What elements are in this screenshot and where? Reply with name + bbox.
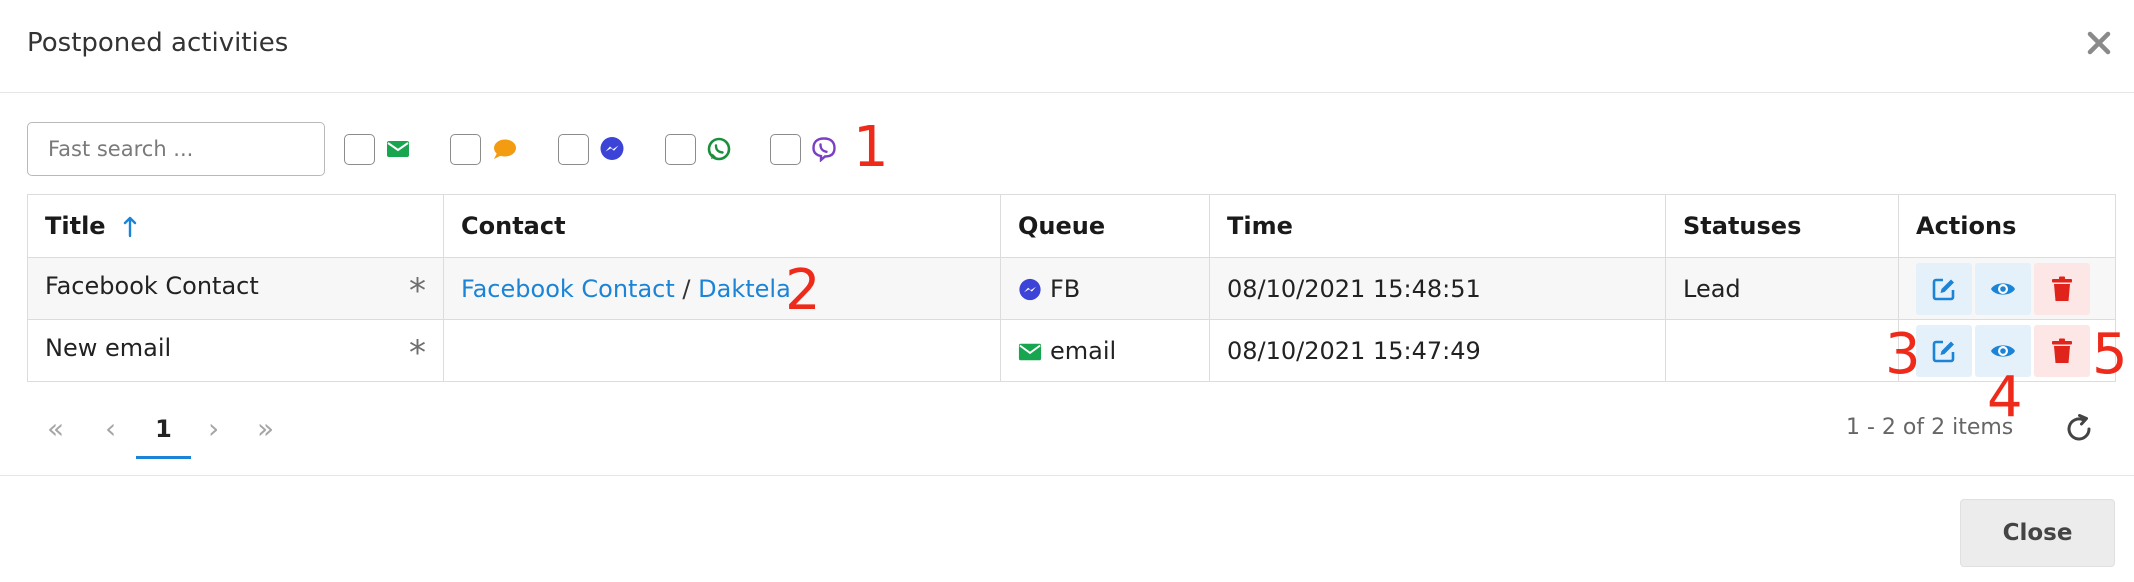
delete-button[interactable] — [2034, 324, 2090, 377]
chat-bubble-icon — [494, 139, 516, 159]
queue-name: FB — [1050, 274, 1081, 303]
messenger-icon — [1019, 278, 1041, 300]
queue-cell: FB — [1000, 257, 1210, 320]
column-header-title[interactable]: Title — [27, 194, 444, 258]
contact-cell: Facebook Contact / Daktela — [443, 257, 1001, 320]
annotation-3: 3 — [1885, 322, 1921, 387]
footer-divider — [0, 475, 2134, 476]
contact-name-link[interactable]: Facebook Contact — [461, 275, 675, 303]
close-icon[interactable] — [2082, 26, 2116, 60]
table-row[interactable]: New email * email 08/10/2021 15:47:49 — [27, 319, 2116, 382]
close-button[interactable]: Close — [1960, 499, 2115, 567]
chat-filter-checkbox[interactable] — [450, 134, 481, 165]
delete-button[interactable] — [2034, 262, 2090, 315]
annotation-5: 5 — [2092, 322, 2128, 387]
edit-icon — [1932, 340, 1955, 362]
view-eye-icon — [1991, 282, 2015, 295]
search-input[interactable] — [27, 122, 325, 176]
messenger-icon — [600, 137, 624, 160]
table-row[interactable]: Facebook Contact * Facebook Contact / Da… — [27, 257, 2116, 320]
current-page[interactable]: 1 — [136, 402, 191, 459]
row-title: Facebook Contact — [45, 271, 259, 300]
email-icon — [1018, 343, 1042, 360]
contact-separator: / — [682, 274, 691, 303]
contact-company-link[interactable]: Daktela — [698, 275, 791, 303]
email-icon — [387, 141, 409, 157]
dialog-header: Postponed activities — [0, 0, 2134, 93]
asterisk-icon: * — [409, 332, 426, 373]
next-page-button[interactable]: › — [208, 402, 219, 456]
viber-filter-checkbox[interactable] — [770, 134, 801, 165]
items-count: 1 - 2 of 2 items — [1846, 415, 2014, 440]
row-title: New email — [45, 333, 172, 362]
status-cell — [1665, 319, 1899, 382]
title-cell: Facebook Contact * — [27, 257, 444, 320]
email-filter-checkbox[interactable] — [344, 134, 375, 165]
queue-cell: email — [1000, 319, 1210, 382]
annotation-1: 1 — [853, 115, 889, 180]
activities-table: Title Contact Queue Time Statuses Action… — [27, 194, 2116, 382]
table-header-row: Title Contact Queue Time Statuses Action… — [27, 194, 2116, 258]
time-cell: 08/10/2021 15:48:51 — [1209, 257, 1666, 320]
time-cell: 08/10/2021 15:47:49 — [1209, 319, 1666, 382]
delete-trash-icon — [2052, 276, 2072, 301]
edit-button[interactable] — [1916, 324, 1972, 377]
whatsapp-filter-checkbox[interactable] — [665, 134, 696, 165]
last-page-button[interactable]: » — [257, 402, 274, 456]
delete-trash-icon — [2052, 338, 2072, 363]
column-header-title-label: Title — [45, 212, 106, 240]
column-header-time[interactable]: Time — [1209, 194, 1666, 258]
column-header-statuses[interactable]: Statuses — [1665, 194, 1899, 258]
asterisk-icon: * — [409, 270, 426, 311]
title-cell: New email * — [27, 319, 444, 382]
status-cell: Lead — [1665, 257, 1899, 320]
edit-button[interactable] — [1916, 262, 1972, 315]
first-page-button[interactable]: « — [47, 402, 64, 456]
column-header-contact[interactable]: Contact — [443, 194, 1001, 258]
dialog-title: Postponed activities — [27, 28, 289, 58]
edit-icon — [1932, 278, 1955, 300]
contact-cell — [443, 319, 1001, 382]
column-header-actions: Actions — [1898, 194, 2116, 258]
queue-name: email — [1050, 336, 1117, 365]
annotation-2: 2 — [785, 258, 821, 323]
refresh-icon[interactable] — [2063, 413, 2095, 445]
messenger-filter-checkbox[interactable] — [558, 134, 589, 165]
prev-page-button[interactable]: ‹ — [105, 402, 116, 456]
column-header-queue[interactable]: Queue — [1000, 194, 1210, 258]
actions-cell — [1898, 257, 2116, 320]
view-button[interactable] — [1975, 262, 2031, 315]
view-eye-icon — [1991, 344, 2015, 357]
sort-up-arrow-icon[interactable] — [122, 215, 138, 239]
viber-icon — [812, 137, 836, 162]
whatsapp-icon — [707, 137, 731, 161]
